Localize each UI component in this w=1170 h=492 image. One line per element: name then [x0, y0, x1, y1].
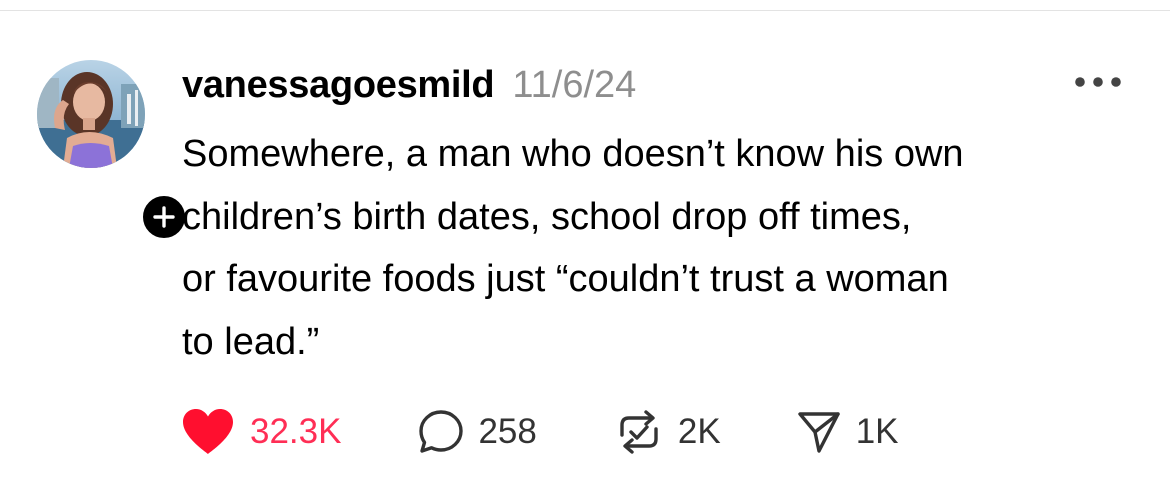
send-icon [797, 412, 840, 453]
share-button[interactable]: 1K [796, 408, 899, 456]
more-options-button[interactable] [1074, 68, 1122, 96]
repost-button[interactable]: 2K [614, 408, 721, 456]
like-button[interactable]: 32.3K [180, 408, 341, 456]
action-bar: 32.3K 258 2K 1K [180, 408, 899, 456]
comment-button[interactable]: 258 [418, 408, 537, 456]
share-count: 1K [855, 412, 899, 451]
heart-icon [183, 409, 233, 454]
repost-count: 2K [677, 412, 721, 451]
post-text: Somewhere, a man who doesn’t know his ow… [182, 133, 964, 363]
top-divider [0, 10, 1170, 11]
timestamp: 11/6/24 [512, 63, 637, 106]
post-header: vanessagoesmild 11/6/24 [182, 60, 636, 110]
like-count: 32.3K [250, 412, 342, 451]
username[interactable]: vanessagoesmild [182, 64, 495, 107]
avatar[interactable] [37, 60, 189, 242]
plus-icon [153, 206, 175, 228]
avatar-image [37, 60, 145, 168]
comment-bubble-icon [419, 410, 464, 453]
ellipsis-icon [1075, 77, 1121, 87]
repost-icon [620, 410, 658, 454]
comment-count: 258 [478, 412, 537, 451]
